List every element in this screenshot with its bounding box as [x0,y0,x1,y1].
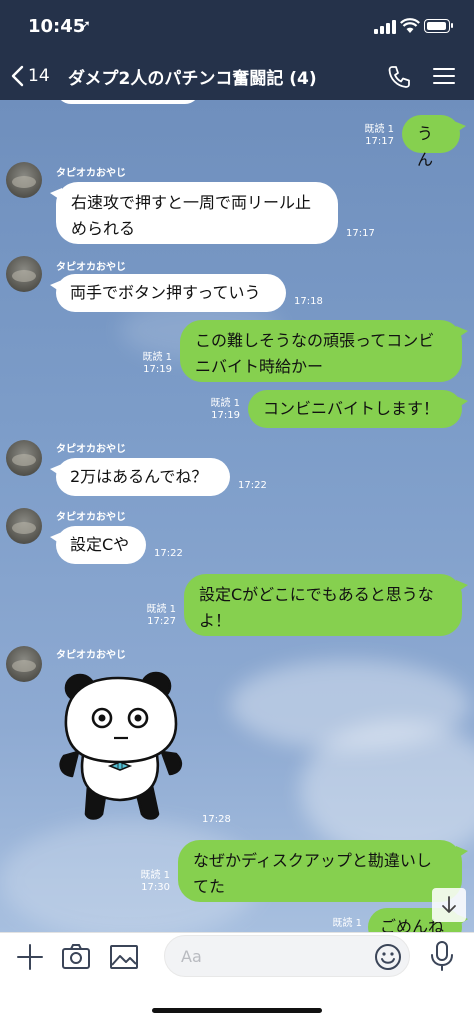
wifi-icon [400,18,420,33]
message-bubble[interactable]: 2万はあるんでね？ [50,458,230,496]
message-time: 17:18 [294,296,323,307]
chat-title[interactable]: ダメプ2人のパチンコ奮闘記 (4) [68,64,317,89]
avatar[interactable] [6,256,42,292]
phone-icon[interactable] [386,64,412,90]
message-time: 17:17 [346,228,375,239]
status-bar: 10:45 ➚ [0,0,474,52]
message-meta: 既読 1 17:30 [124,870,170,894]
avatar[interactable] [6,646,42,682]
smiley-icon[interactable] [374,943,402,971]
location-arrow-icon: ➚ [80,18,91,33]
hamburger-icon[interactable] [433,66,457,86]
message-bubble[interactable]: なぜかディスクアップと勘違いしてた [178,840,468,902]
chat-area[interactable]: 既読 1 17:17 うん タピオカおやじ 右速攻で押すと一周で両リール止められ… [0,100,474,932]
message-time: 17:19 [143,364,172,375]
message-time: 17:28 [202,814,231,825]
message-time: 17:22 [238,480,267,491]
read-receipt: 既読 1 [140,870,170,881]
sender-name: タピオカおやじ [56,262,126,273]
message-bubble[interactable]: 設定Cがどこにでもあると思うなよ！ [184,574,468,636]
avatar[interactable] [6,440,42,476]
home-indicator [152,1008,322,1013]
status-time: 10:45 [28,16,86,37]
nav-bar: 14 ダメプ2人のパチンコ奮闘記 (4) [0,52,474,100]
message-time: 17:19 [211,410,240,421]
message-meta: 既読 1 17:17 [352,124,394,148]
sender-name: タピオカおやじ [56,650,126,661]
message-meta: 既読 1 17:27 [130,604,176,628]
message-time: 17:27 [147,616,176,627]
message-meta: 既読 1 [316,918,362,930]
chat-header: 10:45 ➚ 14 ダメプ2人のパチンコ奮闘記 (4) [0,0,474,100]
read-receipt: 既読 1 [364,124,394,135]
message-time: 17:22 [154,548,183,559]
read-receipt: 既読 1 [210,398,240,409]
message-time: 17:17 [365,136,394,147]
message-bubble[interactable]: 右速攻で押すと一周で両リール止められる [50,182,338,244]
read-receipt: 既読 1 [146,604,176,615]
read-receipt: 既読 1 [332,918,362,929]
arrow-down-icon [442,896,456,913]
mic-icon[interactable] [428,940,456,972]
cellular-signal-icon [374,20,396,34]
message-bubble[interactable]: この難しそうなの頑張ってコンビニバイト時給かー [180,320,468,382]
image-icon[interactable] [108,941,140,973]
message-time: 17:30 [141,882,170,893]
panda-sticker[interactable] [58,668,188,828]
chevron-left-icon [11,65,24,87]
message-bubble[interactable]: 設定Cや [50,526,146,564]
read-receipt: 既読 1 [142,352,172,363]
sender-name: タピオカおやじ [56,168,126,179]
message-meta: 既読 1 17:19 [126,352,172,376]
message-input-placeholder: Aa [181,947,202,966]
scroll-to-bottom-button[interactable] [432,888,466,922]
message-meta: 既読 1 17:19 [194,398,240,422]
avatar[interactable] [6,162,42,198]
sender-name: タピオカおやじ [56,444,126,455]
message-bubble-partial [56,100,200,104]
message-bubble[interactable]: 両手でボタン押すっていう [50,274,286,312]
message-bubble[interactable]: コンビニバイトします！ [248,390,468,428]
message-bubble[interactable]: うん [402,115,466,169]
plus-icon[interactable] [14,941,46,973]
battery-icon [424,19,453,33]
avatar[interactable] [6,508,42,544]
unread-count: 14 [28,66,50,86]
camera-icon[interactable] [60,941,92,973]
sender-name: タピオカおやじ [56,512,126,523]
back-button[interactable]: 14 [10,62,50,90]
